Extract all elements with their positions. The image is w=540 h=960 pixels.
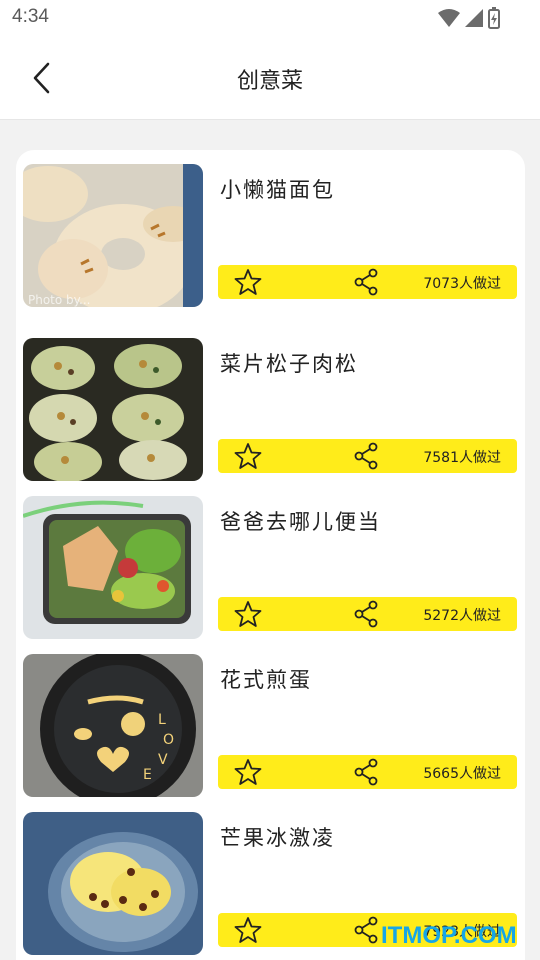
made-count: 7581人做过 [423,450,501,466]
status-bar: 4:34 [0,0,540,36]
status-time: 4:34 [12,6,49,27]
made-count: 5272人做过 [423,608,501,624]
recipe-action-bar: 7073人做过 [218,265,517,299]
recipe-item[interactable]: 爸爸去哪儿便当 5272人做过 [23,496,519,640]
recipe-title: 菜片松子肉松 [220,352,358,376]
share-icon[interactable] [352,916,380,944]
svg-text:O: O [163,732,174,748]
recipe-action-bar: 5665人做过 [218,755,517,789]
signal-icon [465,9,483,27]
favorite-star-icon[interactable] [234,758,262,786]
site-watermark: ITMOP.COM [381,922,517,949]
share-icon[interactable] [352,600,380,628]
recipe-title: 花式煎蛋 [220,668,312,692]
recipe-thumbnail[interactable] [23,338,203,481]
recipe-title: 爸爸去哪儿便当 [220,510,381,534]
recipe-thumbnail[interactable]: L O V E [23,654,203,797]
share-icon[interactable] [352,758,380,786]
wifi-icon [438,9,460,27]
svg-text:V: V [158,752,168,768]
status-icons [438,7,500,29]
recipe-item[interactable]: Photo by... 小懒猫面包 7073人做过 [23,164,519,308]
svg-text:Photo by...: Photo by... [28,293,91,307]
recipe-item[interactable]: 菜片松子肉松 7581人做过 [23,338,519,482]
share-icon[interactable] [352,268,380,296]
favorite-star-icon[interactable] [234,916,262,944]
battery-icon [488,7,500,29]
favorite-star-icon[interactable] [234,442,262,470]
recipe-action-bar: 7581人做过 [218,439,517,473]
favorite-star-icon[interactable] [234,600,262,628]
share-icon[interactable] [352,442,380,470]
app-bar: 创意菜 [0,36,540,120]
svg-text:E: E [143,767,152,783]
recipe-action-bar: 5272人做过 [218,597,517,631]
page-title: 创意菜 [236,69,303,94]
svg-text:L: L [158,712,166,728]
recipe-title: 芒果冰激凌 [220,826,335,850]
made-count: 5665人做过 [423,766,501,782]
recipe-list: Photo by... 小懒猫面包 7073人做过 菜片松子肉松 7581人做过… [16,150,525,960]
recipe-title: 小懒猫面包 [220,178,335,202]
recipe-item[interactable]: L O V E 花式煎蛋 5665人做过 [23,654,519,798]
made-count: 7073人做过 [423,276,501,292]
favorite-star-icon[interactable] [234,268,262,296]
recipe-thumbnail[interactable] [23,812,203,955]
recipe-thumbnail[interactable]: Photo by... [23,164,203,307]
recipe-thumbnail[interactable] [23,496,203,639]
